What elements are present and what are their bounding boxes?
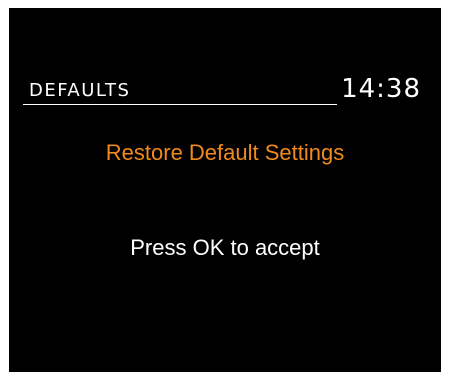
device-screen: DEFAULTS 14:38 Restore Default Settings … — [9, 8, 441, 372]
menu-title: DEFAULTS — [29, 80, 131, 101]
confirm-instruction: Press OK to accept — [130, 235, 320, 260]
clock-time: 14:38 — [341, 74, 421, 104]
restore-defaults-heading: Restore Default Settings — [105, 140, 345, 165]
header-divider — [23, 104, 337, 105]
